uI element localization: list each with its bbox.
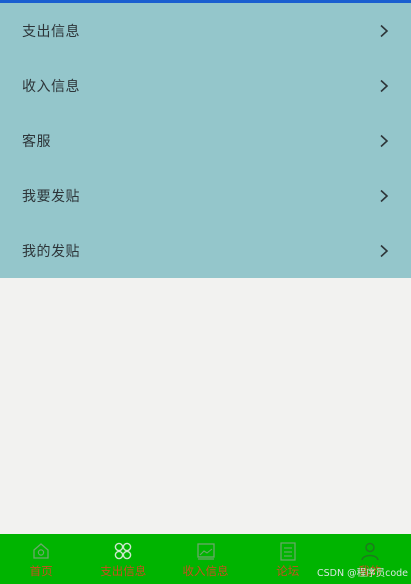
chevron-right-icon [380,79,389,92]
image-icon [196,543,215,560]
list-icon [280,542,296,561]
menu-item-label: 我的发贴 [22,243,80,260]
chevron-right-icon [380,24,389,37]
tab-label: 首页 [29,564,53,578]
menu-item-my-posts[interactable]: 我的发贴 [0,223,411,278]
tab-label: 收入信息 [182,564,229,578]
grid-icon [114,542,132,560]
menu-item-expense-info[interactable]: 支出信息 [0,3,411,58]
tab-label: 支出信息 [100,564,147,578]
tab-expense-info[interactable]: 支出信息 [82,534,164,584]
menu-item-label: 我要发贴 [22,188,80,205]
watermark-text: CSDN @程序员code [316,568,408,579]
home-icon [33,543,49,559]
menu-item-label: 支出信息 [22,23,80,40]
chevron-right-icon [380,244,389,257]
tab-home[interactable]: 首页 [0,534,82,584]
user-icon [361,542,379,561]
menu-item-customer-service[interactable]: 客服 [0,113,411,168]
menu-item-label: 收入信息 [22,78,80,95]
menu-item-new-post[interactable]: 我要发贴 [0,168,411,223]
menu-item-label: 客服 [22,133,51,150]
chevron-right-icon [380,134,389,147]
tab-label: 论坛 [276,564,300,578]
tab-income-info[interactable]: 收入信息 [164,534,246,584]
menu-list: 支出信息 收入信息 客服 我要发贴 我的发贴 [0,3,411,278]
chevron-right-icon [380,189,389,202]
menu-item-income-info[interactable]: 收入信息 [0,58,411,113]
